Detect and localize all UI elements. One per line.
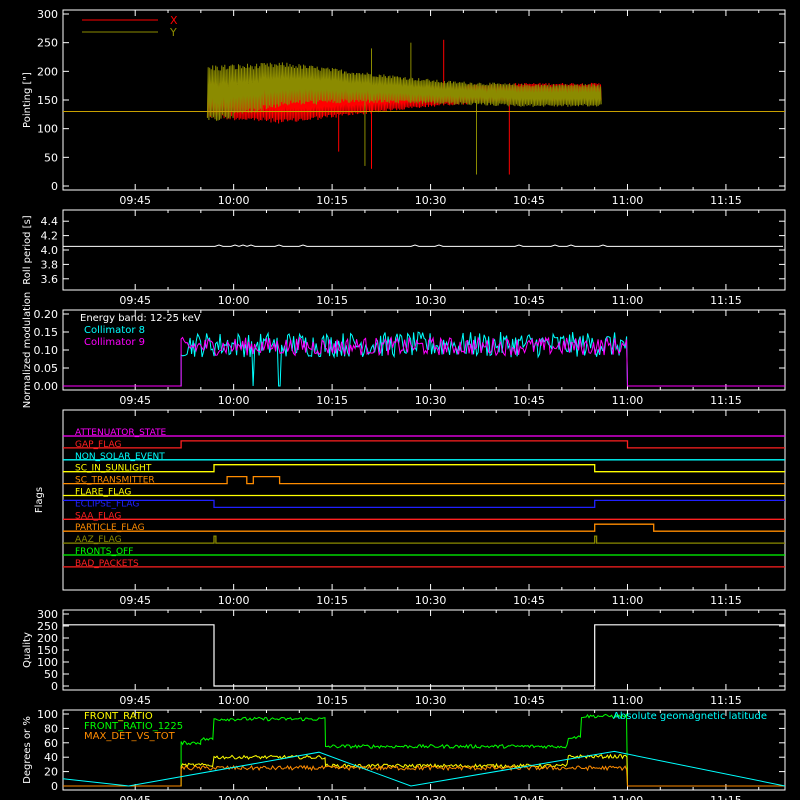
quality-ylabel: Quality	[22, 632, 33, 668]
quality-xtick-label: 10:45	[513, 694, 545, 707]
pointing-ytick-label: 150	[37, 94, 58, 107]
modulation-ytick-label: 0.00	[34, 380, 59, 393]
flags-xtick-label: 10:00	[218, 594, 250, 607]
quality-xtick-label: 10:30	[415, 694, 447, 707]
quality-xtick-label: 09:45	[119, 694, 151, 707]
flags-xtick-label: 10:45	[513, 594, 545, 607]
pointing-xtick-label: 10:30	[415, 194, 447, 207]
pointing-xtick-label: 11:00	[612, 194, 644, 207]
modulation-xtick-label: 11:00	[612, 394, 644, 407]
modulation-ytick-label: 0.20	[34, 308, 59, 321]
flags-xtick-label: 11:15	[710, 594, 742, 607]
quality-xtick-label: 11:15	[710, 694, 742, 707]
modulation-xtick-label: 10:15	[316, 394, 348, 407]
modulation-xtick-label: 09:45	[119, 394, 151, 407]
ratios-annotation: Absolute geomagnetic latitude	[613, 711, 767, 722]
roll-xtick-label: 10:45	[513, 294, 545, 307]
modulation-ytick-label: 0.15	[34, 326, 59, 339]
quality-ytick-label: 150	[37, 644, 58, 657]
quality-ytick-label: 200	[37, 632, 58, 645]
pointing-ytick-label: 200	[37, 65, 58, 78]
pointing-xtick-label: 09:45	[119, 194, 151, 207]
ratios-xtick-label: 10:15	[316, 794, 348, 800]
roll-ytick-label: 4.0	[41, 244, 59, 257]
modulation-ylabel: Normalized modulation	[22, 292, 33, 409]
flags-ylabel: Flags	[34, 487, 45, 513]
modulation-xtick-label: 11:15	[710, 394, 742, 407]
quality-xtick-label: 11:00	[612, 694, 644, 707]
ratios-ylabel: Degrees or %	[22, 716, 33, 784]
modulation-annotation: Energy band: 12-25 keV	[80, 313, 201, 324]
modulation-ytick-label: 0.10	[34, 344, 59, 357]
flags-xtick-label: 09:45	[119, 594, 151, 607]
ratios-xtick-label: 09:45	[119, 794, 151, 800]
roll-xtick-label: 11:00	[612, 294, 644, 307]
quicklook-chart: 09:45 10:00 10:15 10:30 10:45 11:00 11:1505010…	[0, 0, 800, 800]
roll-ytick-label: 4.2	[41, 230, 59, 243]
modulation-xtick-label: 10:30	[415, 394, 447, 407]
pointing-xtick-label: 10:45	[513, 194, 545, 207]
ratios-xtick-label: 10:30	[415, 794, 447, 800]
ratios-ytick-label: 20	[44, 766, 58, 779]
flags-xtick-label: 11:00	[612, 594, 644, 607]
flags-xtick-label: 10:30	[415, 594, 447, 607]
pointing-ytick-label: 250	[37, 37, 58, 50]
pointing-ytick-label: 50	[44, 151, 58, 164]
roll-ytick-label: 3.8	[41, 258, 59, 271]
pointing-ylabel: Pointing ["]	[22, 72, 33, 128]
ratios-xtick-label: 10:45	[513, 794, 545, 800]
ratios-ytick-label: 40	[44, 751, 58, 764]
roll-xtick-label: 10:00	[218, 294, 250, 307]
pointing-xtick-label: 10:00	[218, 194, 250, 207]
ratios-xtick-label: 11:00	[612, 794, 644, 800]
modulation-legend-collimator-9: Collimator 9	[84, 337, 145, 348]
ratios-xtick-label: 11:15	[710, 794, 742, 800]
roll-ytick-label: 4.4	[41, 215, 59, 228]
ratios-ytick-label: 60	[44, 737, 58, 750]
roll-xtick-label: 11:15	[710, 294, 742, 307]
roll-ytick-label: 3.6	[41, 273, 59, 286]
quality-xtick-label: 10:15	[316, 694, 348, 707]
modulation-xtick-label: 10:00	[218, 394, 250, 407]
pointing-ytick-label: 100	[37, 123, 58, 136]
modulation-legend-collimator-8: Collimator 8	[84, 325, 145, 336]
pointing-ytick-label: 0	[51, 180, 58, 193]
quality-ytick-label: 300	[37, 608, 58, 621]
roll-xtick-label: 09:45	[119, 294, 151, 307]
quality-ytick-label: 0	[51, 680, 58, 693]
ratios-ytick-label: 80	[44, 722, 58, 735]
modulation-ytick-label: 0.05	[34, 362, 59, 375]
roll-xtick-label: 10:30	[415, 294, 447, 307]
ratios-xtick-label: 10:00	[218, 794, 250, 800]
quality-ytick-label: 250	[37, 620, 58, 633]
ratios-ytick-label: 0	[51, 780, 58, 793]
quality-ytick-label: 50	[44, 668, 58, 681]
pointing-legend-label-y: Y	[169, 26, 177, 39]
quality-ytick-label: 100	[37, 656, 58, 669]
roll-xtick-label: 10:15	[316, 294, 348, 307]
ratios-ytick-label: 100	[37, 708, 58, 721]
modulation-xtick-label: 10:45	[513, 394, 545, 407]
ratios-legend-max-det-vs-tot: MAX_DET_VS_TOT	[84, 731, 176, 742]
pointing-xtick-label: 11:15	[710, 194, 742, 207]
pointing-ytick-label: 300	[37, 8, 58, 21]
quality-xtick-label: 10:00	[218, 694, 250, 707]
pointing-xtick-label: 10:15	[316, 194, 348, 207]
flags-xtick-label: 10:15	[316, 594, 348, 607]
roll-ylabel: Roll period [s]	[22, 215, 33, 284]
